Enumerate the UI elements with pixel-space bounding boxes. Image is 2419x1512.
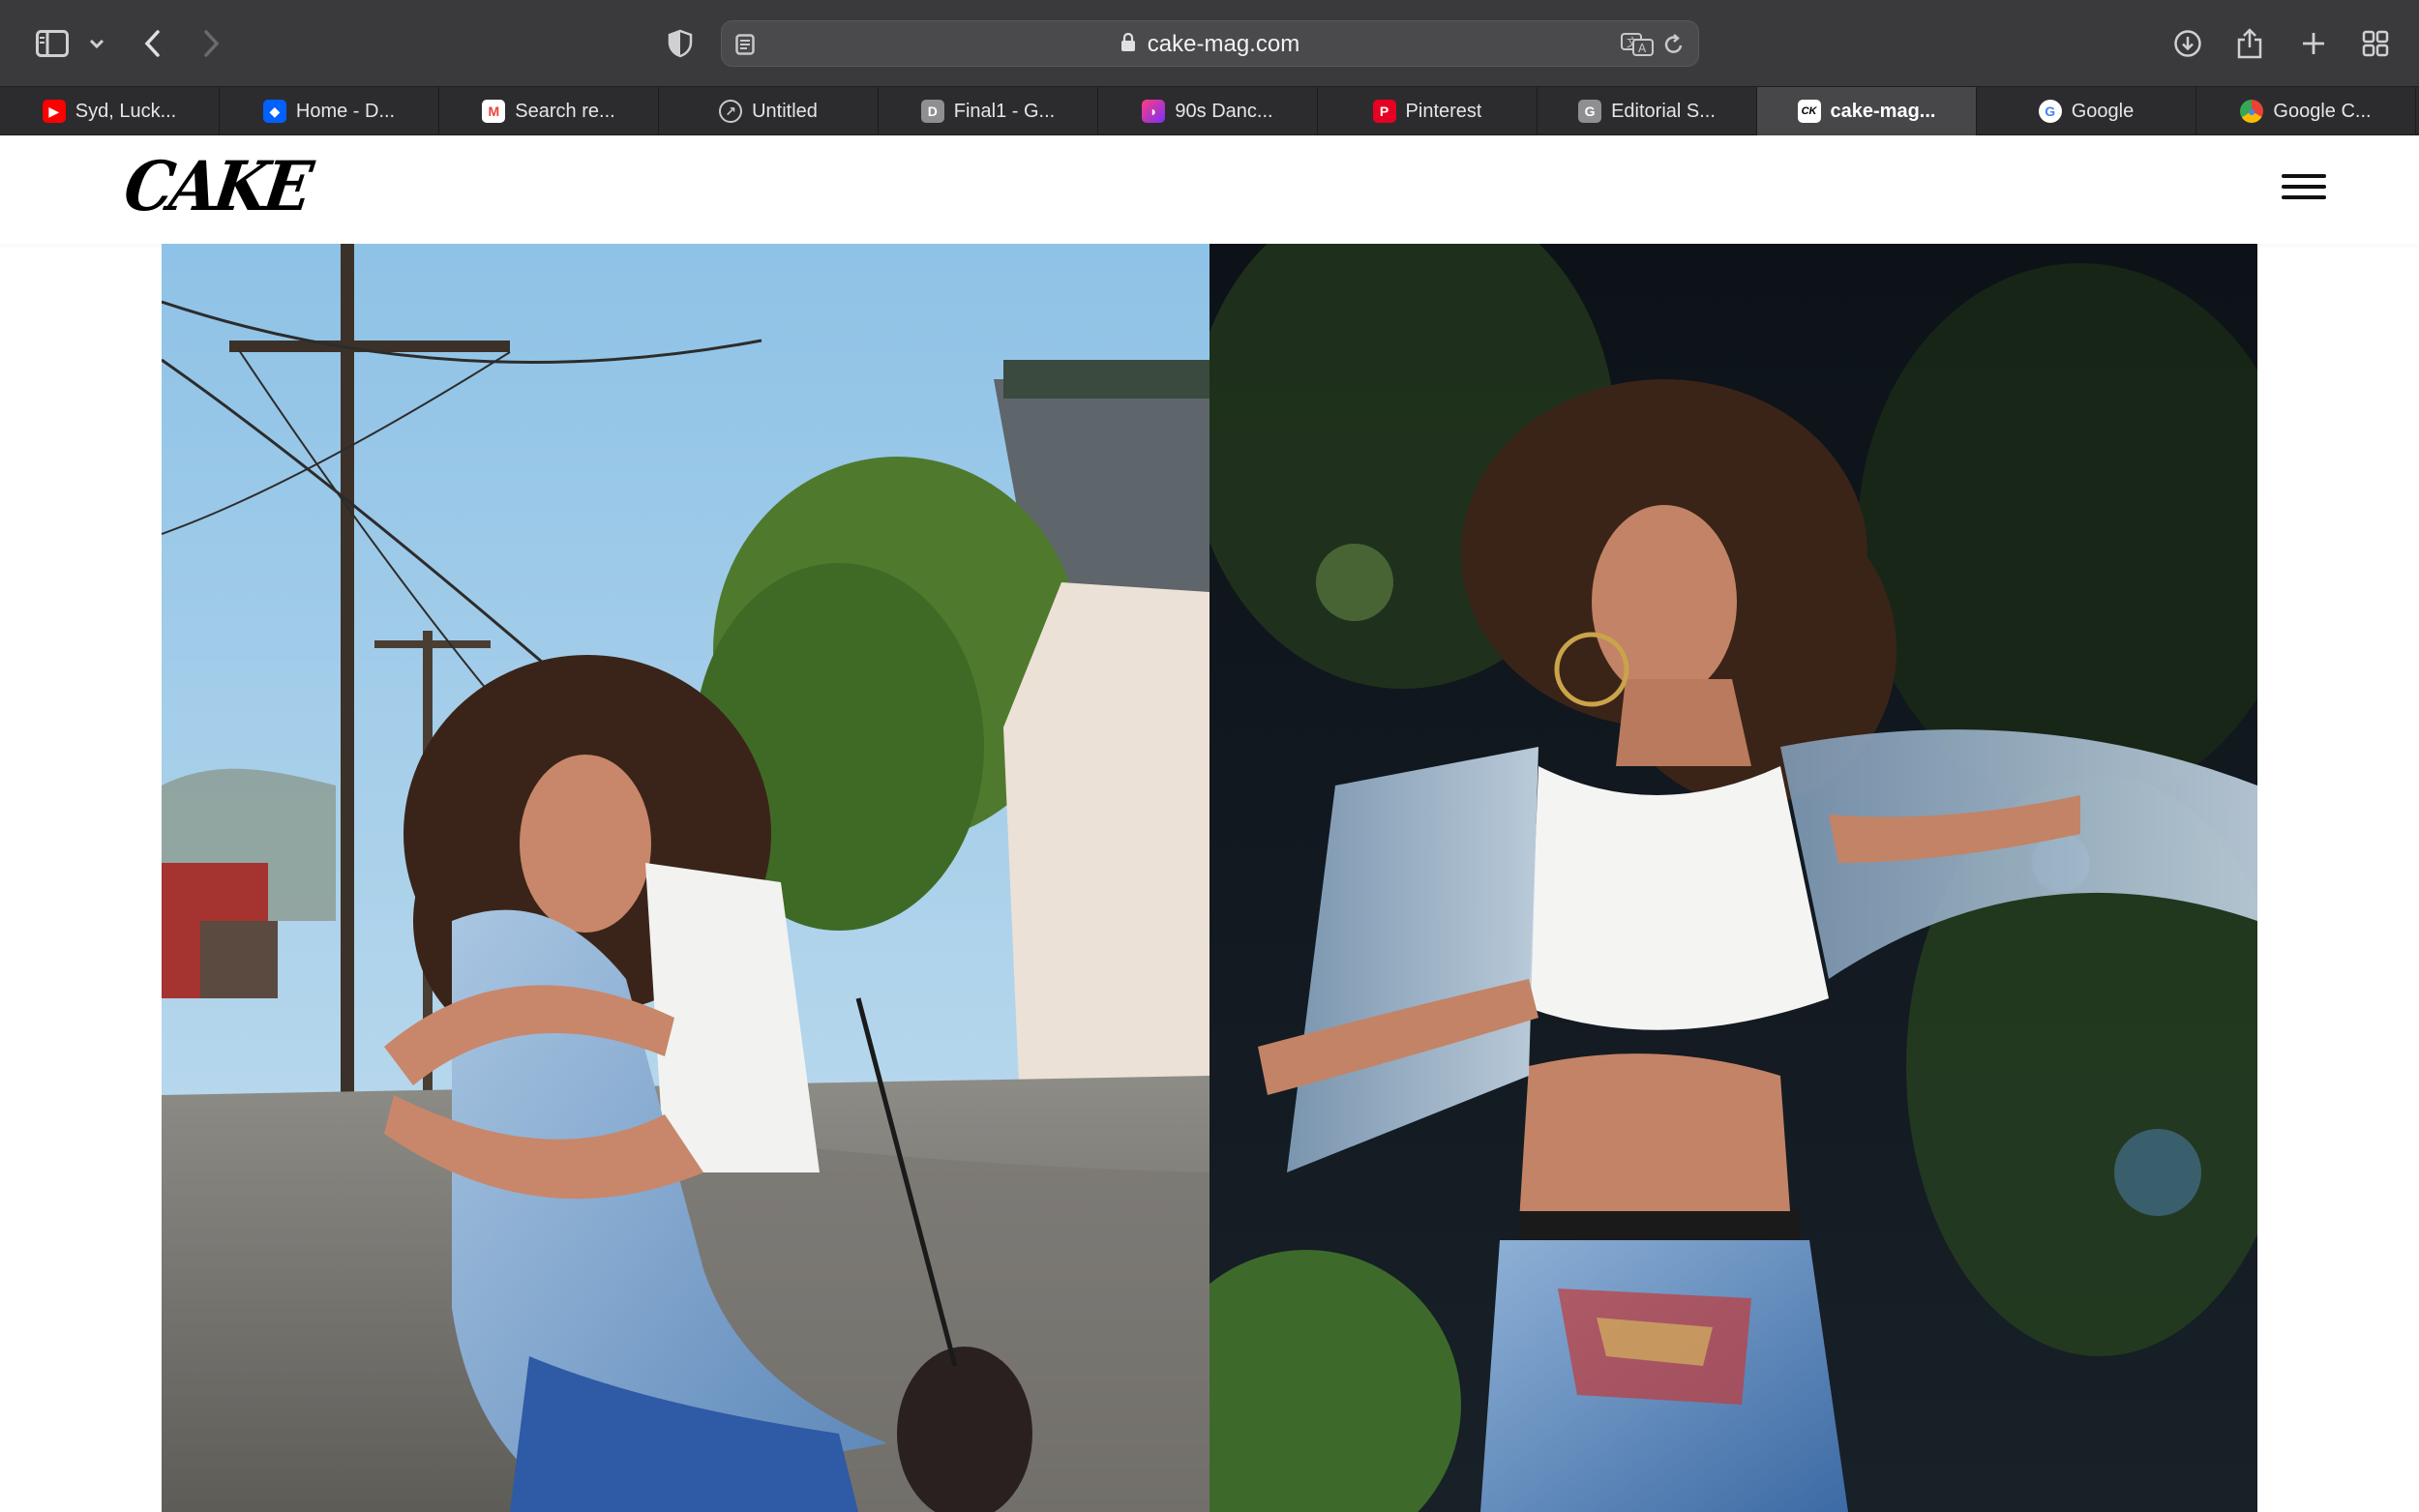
tab-cake-mag[interactable]: CK cake-mag... xyxy=(1757,87,1977,135)
figma-icon: ◗ xyxy=(1142,100,1166,123)
pinterest-icon: P xyxy=(1372,100,1396,123)
google-doc-icon: G xyxy=(1578,100,1602,123)
tab-label: 90s Danc... xyxy=(1175,100,1273,122)
google-icon: G xyxy=(2038,100,2062,123)
dropbox-icon: ◆ xyxy=(262,100,286,123)
cake-icon: CK xyxy=(1797,100,1821,123)
tab-label: Final1 - G... xyxy=(953,100,1056,122)
tab-label: Home - D... xyxy=(295,100,396,122)
tab-label: Pinterest xyxy=(1405,100,1482,122)
tab-label: Search re... xyxy=(515,100,615,122)
tab-90s-dance[interactable]: ◗ 90s Danc... xyxy=(1098,87,1318,135)
download-icon[interactable] xyxy=(2171,19,2204,68)
url-display[interactable]: cake-mag.com xyxy=(722,21,1698,68)
sidebar-icon[interactable] xyxy=(33,19,72,68)
tab-label: Untitled xyxy=(752,100,818,122)
tab-youtube[interactable]: ▶ Syd, Luck... xyxy=(0,87,220,135)
youtube-icon: ▶ xyxy=(42,100,66,123)
editorial-photo-right xyxy=(1210,244,2257,1512)
compass-icon: ↗ xyxy=(719,100,743,123)
tab-label: Editorial S... xyxy=(1611,100,1716,122)
url-text: cake-mag.com xyxy=(1147,31,1300,57)
tab-gmail[interactable]: M Search re... xyxy=(439,87,659,135)
logo-text: CAKE xyxy=(119,147,314,227)
hamburger-menu-icon[interactable] xyxy=(2282,174,2326,203)
svg-text:A: A xyxy=(1638,42,1647,55)
tab-google[interactable]: G Google xyxy=(1977,87,2196,135)
tab-label: Google xyxy=(2071,100,2135,122)
gmail-icon: M xyxy=(482,100,506,123)
plus-icon[interactable] xyxy=(2297,19,2330,68)
forward-arrow-icon[interactable] xyxy=(197,19,226,68)
chevron-down-icon[interactable] xyxy=(85,19,108,68)
tab-strip: ▶ Syd, Luck... ◆ Home - D... M Search re… xyxy=(0,87,2419,135)
tab-editorial[interactable]: G Editorial S... xyxy=(1538,87,1757,135)
tab-pinterest[interactable]: P Pinterest xyxy=(1318,87,1538,135)
chrome-icon: ● xyxy=(2240,100,2264,123)
tab-label: cake-mag... xyxy=(1830,100,1936,122)
docs-icon: D xyxy=(920,100,944,123)
tab-label: Google C... xyxy=(2273,100,2372,122)
page-content: CAKE xyxy=(0,135,2419,1512)
shield-icon[interactable] xyxy=(666,19,695,68)
reload-icon[interactable] xyxy=(1663,33,1685,61)
tab-label: Syd, Luck... xyxy=(75,100,177,122)
cake-logo[interactable]: CAKE xyxy=(119,147,314,230)
back-arrow-icon[interactable] xyxy=(137,19,166,68)
editorial-photo-left xyxy=(162,244,1210,1512)
browser-toolbar: cake-mag.com 文A xyxy=(0,0,2419,87)
share-icon[interactable] xyxy=(2233,19,2266,68)
grid-icon[interactable] xyxy=(2359,19,2392,68)
tab-final1[interactable]: D Final1 - G... xyxy=(879,87,1098,135)
tab-dropbox[interactable]: ◆ Home - D... xyxy=(220,87,439,135)
address-bar[interactable]: cake-mag.com 文A xyxy=(721,20,1699,67)
tab-google-chrome[interactable]: ● Google C... xyxy=(2196,87,2416,135)
tab-untitled[interactable]: ↗ Untitled xyxy=(659,87,879,135)
translate-icon[interactable]: 文A xyxy=(1621,33,1654,61)
site-header: CAKE xyxy=(0,135,2419,244)
lock-icon xyxy=(1120,32,1136,57)
